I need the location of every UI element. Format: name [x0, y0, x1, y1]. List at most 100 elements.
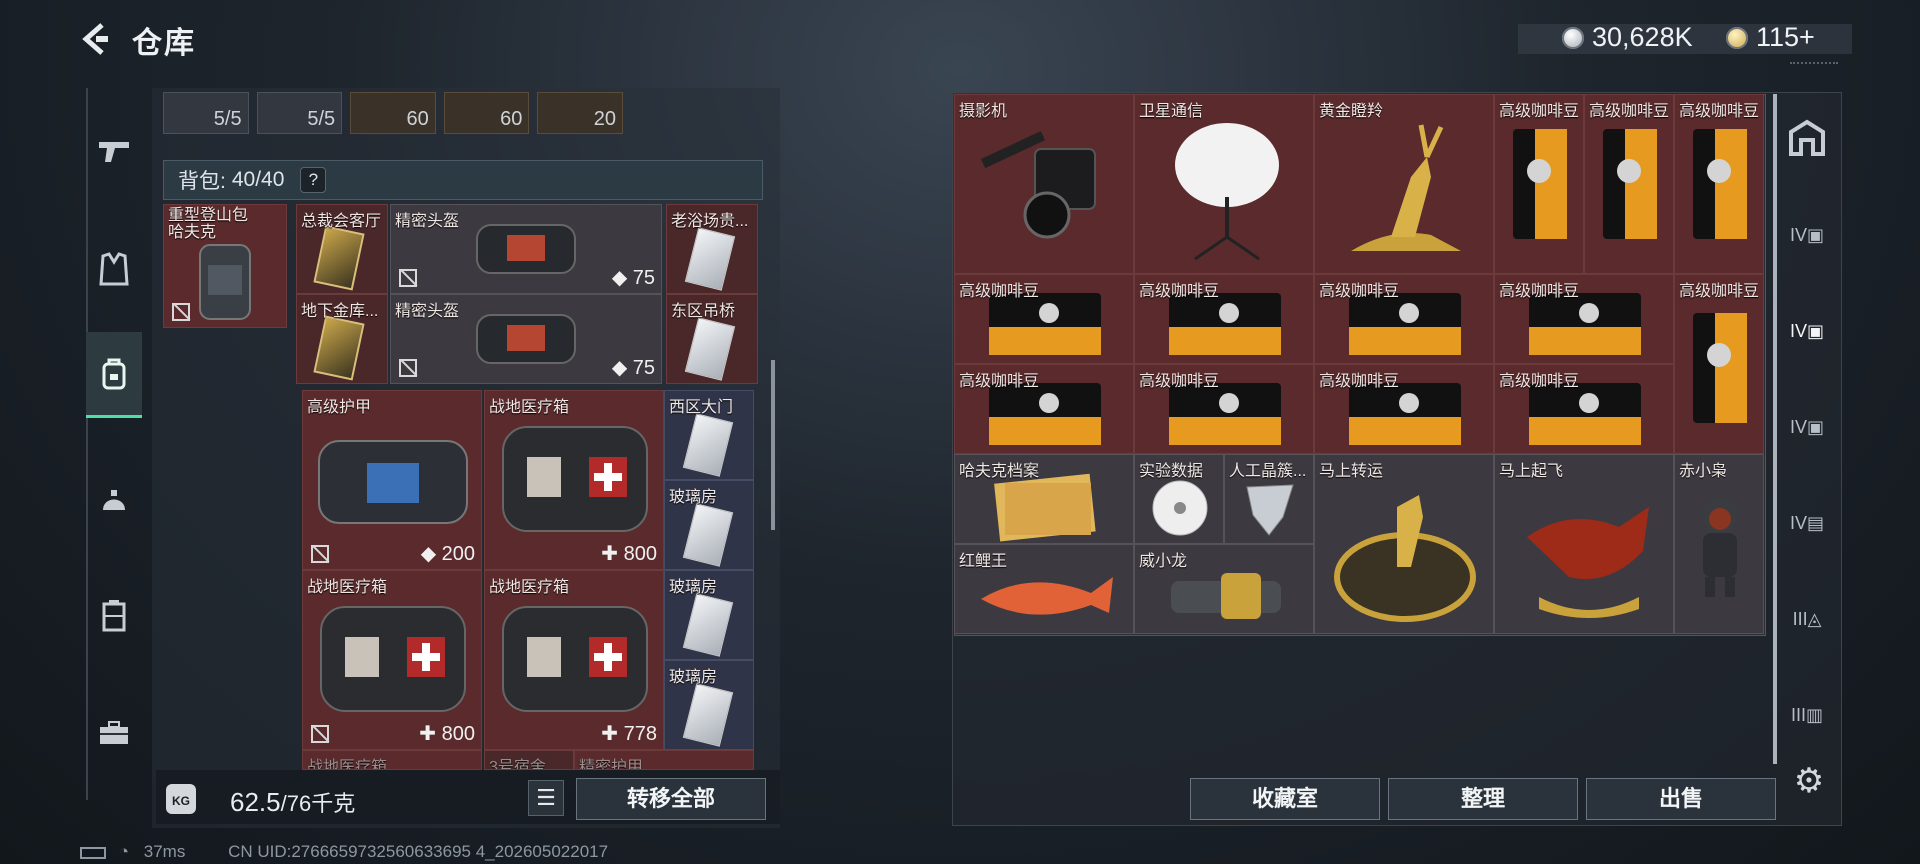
- nav-armor[interactable]: [86, 226, 142, 312]
- back-chevron-icon[interactable]: [80, 22, 110, 56]
- nav-toolbox[interactable]: [86, 690, 142, 776]
- stash-item[interactable]: 实验数据: [1134, 454, 1224, 544]
- white-keycard-icon: [682, 413, 734, 477]
- stash-scrollbar[interactable]: [1773, 94, 1777, 764]
- stash-item[interactable]: 红鲤王: [954, 544, 1134, 634]
- medkit-icon: [502, 606, 648, 712]
- keycard-slot[interactable]: 玻璃房: [664, 660, 754, 750]
- stash-tab[interactable]: III▥: [1786, 694, 1828, 736]
- stash-item[interactable]: 黄金瞪羚: [1314, 94, 1494, 274]
- golden-gazelle-icon: [1351, 124, 1461, 251]
- storage-icon: ▣: [1807, 321, 1825, 341]
- ammo-box-slot[interactable]: 60: [350, 92, 436, 134]
- stash-item[interactable]: 高级咖啡豆: [1674, 274, 1764, 454]
- no-insure-icon: [399, 269, 417, 287]
- stash-item[interactable]: 威小龙: [1134, 544, 1314, 634]
- white-keycard-icon: [684, 227, 736, 291]
- collection-room-button[interactable]: 收藏室: [1190, 778, 1380, 820]
- medkit-item[interactable]: 战地医疗箱: [302, 750, 482, 770]
- help-button[interactable]: ?: [300, 167, 327, 193]
- stash-item[interactable]: 哈夫克档案: [954, 454, 1134, 544]
- stash-item[interactable]: 赤小枭: [1674, 454, 1764, 634]
- medkit-item[interactable]: 战地医疗箱 ✚ 800: [484, 390, 664, 570]
- page-title: 仓库: [132, 27, 196, 60]
- storage-icon: ▣: [1807, 417, 1825, 437]
- equipment-top-row: 5/5 5/5 60 60 20: [163, 92, 623, 136]
- stash-item[interactable]: 高级咖啡豆: [1494, 94, 1584, 274]
- durability: ◆ 75: [611, 267, 655, 289]
- sort-button[interactable]: 整理: [1388, 778, 1578, 820]
- coffee-bag-icon: [1603, 129, 1657, 239]
- wifi-icon: ◔: [118, 842, 130, 861]
- nav-weapons[interactable]: [86, 108, 142, 194]
- backpack-scrollbar[interactable]: [771, 360, 775, 530]
- helmet-case-icon: [476, 224, 576, 274]
- keycard-slot[interactable]: 玻璃房: [664, 570, 754, 660]
- white-keycard-icon: [684, 317, 736, 381]
- armor-item[interactable]: 高级护甲 ◆ 200: [302, 390, 482, 570]
- gun-icon: [99, 142, 129, 162]
- gold-currency[interactable]: 115+: [1726, 22, 1815, 53]
- stash-item[interactable]: 高级咖啡豆: [1314, 274, 1494, 364]
- crystal-icon: [1246, 484, 1294, 536]
- stash-item[interactable]: 高级咖啡豆: [1494, 274, 1674, 364]
- ammo-slot[interactable]: 5/5: [163, 92, 249, 134]
- no-insure-icon: [311, 545, 329, 563]
- stash-item[interactable]: 人工晶簇...: [1224, 454, 1314, 544]
- keycard-slot[interactable]: 地下金库...: [296, 294, 388, 384]
- nav-backpack[interactable]: [86, 332, 142, 418]
- transfer-all-button[interactable]: 转移全部: [576, 778, 766, 820]
- ammo-slot[interactable]: 5/5: [256, 92, 343, 134]
- stash-item[interactable]: 马上起飞: [1494, 454, 1674, 634]
- left-category-nav: [86, 88, 146, 800]
- keycard-slot[interactable]: 3号宿舍: [484, 750, 574, 770]
- stash-item[interactable]: 卫星通信: [1134, 94, 1314, 274]
- toolbox-icon: [100, 721, 128, 744]
- settings-gear-icon[interactable]: ⚙: [1791, 763, 1827, 799]
- stash-item[interactable]: 高级咖啡豆: [1134, 364, 1314, 454]
- keycard-slot[interactable]: 总裁会客厅: [296, 204, 388, 294]
- list-view-button[interactable]: ☰: [528, 780, 564, 816]
- keycard-slot[interactable]: 西区大门: [664, 390, 754, 480]
- weight-icon: KG: [166, 784, 196, 814]
- armor-item[interactable]: 精密护甲: [574, 750, 754, 770]
- backpack-item-icon: [199, 244, 251, 320]
- keycard-slot[interactable]: 玻璃房: [664, 480, 754, 570]
- stash-tab[interactable]: IV▣: [1786, 214, 1828, 256]
- stash-tab[interactable]: IV▣: [1786, 310, 1828, 352]
- stash-item[interactable]: 高级咖啡豆: [1584, 94, 1674, 274]
- stash-tab[interactable]: IV▣: [1786, 406, 1828, 448]
- sell-button[interactable]: 出售: [1586, 778, 1776, 820]
- equipped-backpack-slot[interactable]: 重型登山包 哈夫克: [163, 204, 287, 328]
- nav-containers[interactable]: [86, 572, 142, 658]
- stash-tab[interactable]: III◬: [1786, 598, 1828, 640]
- medkit-item[interactable]: 战地医疗箱 ✚ 778: [484, 570, 664, 750]
- stash-item[interactable]: 摄影机: [954, 94, 1134, 274]
- ammo-box-slot[interactable]: 60: [443, 92, 530, 134]
- keycard-slot[interactable]: 东区吊桥: [666, 294, 758, 384]
- stash-item[interactable]: 高级咖啡豆: [954, 364, 1134, 454]
- helmet-item[interactable]: 精密头盔 ◆ 75: [390, 294, 662, 384]
- helmet-item[interactable]: 精密头盔 ◆ 75: [390, 204, 662, 294]
- durability: ✚ 800: [419, 723, 475, 745]
- stash-item[interactable]: 高级咖啡豆: [1494, 364, 1674, 454]
- satellite-dish-icon: [1175, 123, 1279, 261]
- stash-item[interactable]: 高级咖啡豆: [954, 274, 1134, 364]
- ammo-box-slot[interactable]: 20: [537, 92, 623, 134]
- stash-item[interactable]: 高级咖啡豆: [1134, 274, 1314, 364]
- keycard-slot[interactable]: 老浴场贵...: [666, 204, 758, 294]
- stash-item[interactable]: 高级咖啡豆: [1674, 94, 1764, 274]
- stash-item[interactable]: 高级咖啡豆: [1314, 364, 1494, 454]
- silver-currency: 30,628K: [1562, 22, 1693, 53]
- stash-item[interactable]: 马上转运: [1314, 454, 1494, 634]
- nav-helmet[interactable]: [86, 458, 142, 544]
- medkit-icon: [320, 606, 466, 712]
- white-keycard-icon: [682, 503, 734, 567]
- medkit-item[interactable]: 战地医疗箱 ✚ 800: [302, 570, 482, 750]
- coffee-bag-icon: [1693, 129, 1747, 239]
- gold-coin-icon: [1726, 26, 1748, 49]
- stash-tab[interactable]: IV▤: [1786, 502, 1828, 544]
- vest-icon: [99, 252, 129, 286]
- stash-tab-home[interactable]: [1786, 118, 1828, 160]
- gold-keycard-icon: [313, 225, 365, 291]
